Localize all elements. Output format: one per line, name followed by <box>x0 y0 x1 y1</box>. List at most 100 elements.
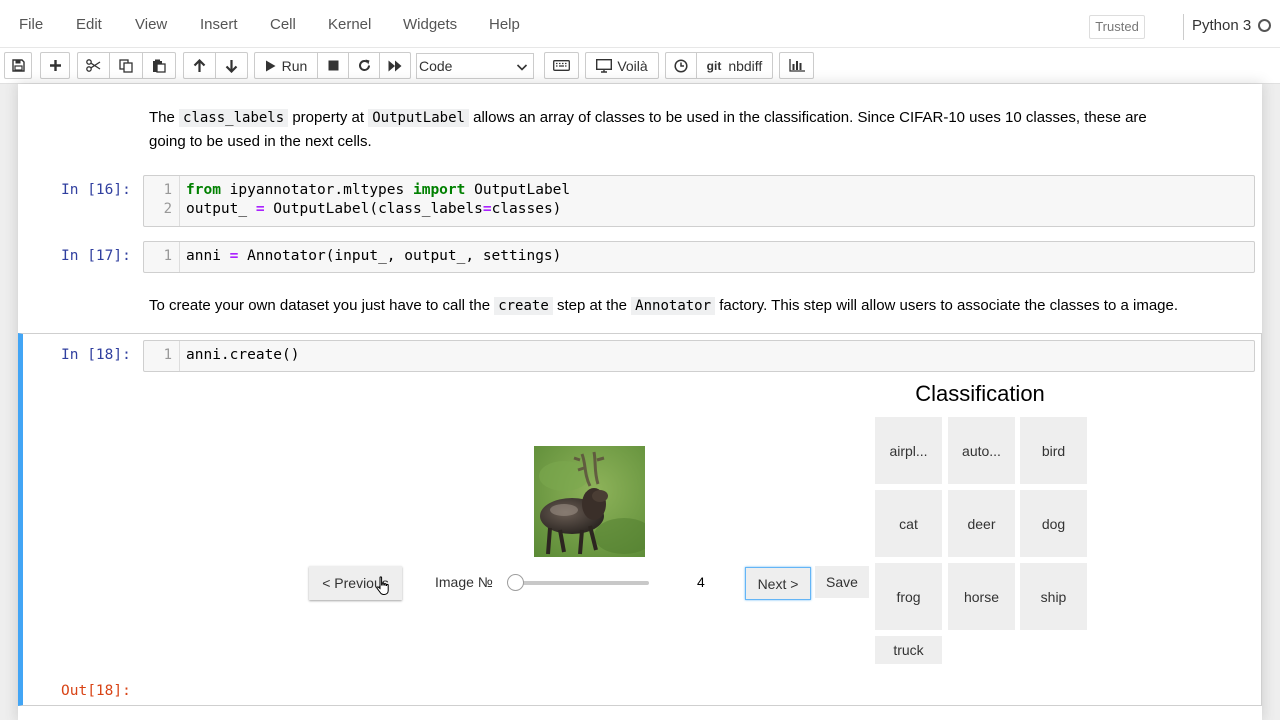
menu-help[interactable]: Help <box>489 16 520 33</box>
code-line: output_ = OutputLabel(class_labels=class… <box>186 201 562 217</box>
inline-code: Annotator <box>631 297 716 315</box>
arrow-up-icon <box>193 58 206 72</box>
history-button[interactable] <box>665 52 697 79</box>
restart-run-all-button[interactable] <box>380 52 411 79</box>
class-button-truck[interactable]: truck <box>875 636 942 664</box>
inline-code: create <box>494 297 553 315</box>
voila-button[interactable]: Voilà <box>585 52 659 79</box>
hand-cursor-icon <box>376 576 389 595</box>
kernel-name[interactable]: Python 3 <box>1192 17 1251 34</box>
inline-code: OutputLabel <box>368 109 469 127</box>
class-button-cat[interactable]: cat <box>875 490 942 557</box>
md-text: property at <box>288 109 369 126</box>
input-prompt: In [18]: <box>61 347 131 363</box>
output-prompt: Out[18]: <box>61 683 131 699</box>
move-up-button[interactable] <box>183 52 216 79</box>
copy-icon <box>119 58 133 73</box>
clock-icon <box>674 58 688 73</box>
fast-forward-icon <box>388 60 402 71</box>
image-index-readout: 4 <box>697 574 705 590</box>
run-button[interactable]: Run <box>254 52 318 79</box>
stop-icon <box>328 60 338 71</box>
trusted-indicator[interactable]: Trusted <box>1089 15 1145 39</box>
next-button[interactable]: Next > <box>745 567 811 600</box>
interrupt-button[interactable] <box>318 52 349 79</box>
chevron-down-icon <box>516 64 528 71</box>
menu-widgets[interactable]: Widgets <box>403 16 457 33</box>
copy-button[interactable] <box>110 52 143 79</box>
monitor-icon <box>596 58 613 73</box>
code-line: anni.create() <box>186 347 300 363</box>
code-editor-cell-17[interactable]: 1 anni = Annotator(input_, output_, sett… <box>143 241 1255 273</box>
restart-button[interactable] <box>349 52 380 79</box>
menu-cell[interactable]: Cell <box>270 16 296 33</box>
nbdiff-button[interactable]: git nbdiff <box>697 52 773 79</box>
move-down-button[interactable] <box>216 52 248 79</box>
image-slider-handle[interactable] <box>507 574 524 591</box>
image-number-label: Image № <box>435 574 493 590</box>
markdown-cell-class-labels[interactable]: The class_labels property at OutputLabel… <box>149 106 1239 153</box>
nbdiff-label: nbdiff <box>728 57 763 74</box>
save-icon <box>11 59 25 72</box>
class-button-automobile[interactable]: auto... <box>948 417 1015 484</box>
insert-cell-button[interactable] <box>40 52 70 79</box>
plus-icon <box>49 60 61 71</box>
menu-kernel[interactable]: Kernel <box>328 16 371 33</box>
code-editor-cell-18[interactable]: 1 anni.create() <box>143 340 1255 372</box>
class-button-airplane[interactable]: airpl... <box>875 417 942 484</box>
paste-icon <box>153 59 166 73</box>
class-button-dog[interactable]: dog <box>1020 490 1087 557</box>
code-editor-cell-16[interactable]: 1 2 from ipyannotator.mltypes import Out… <box>143 175 1255 227</box>
class-button-frog[interactable]: frog <box>875 563 942 630</box>
md-text: factory. This step will allow users to a… <box>715 297 1179 314</box>
refresh-icon <box>358 59 370 71</box>
sample-image <box>534 446 645 557</box>
save-button[interactable]: Save <box>815 566 869 598</box>
menu-edit[interactable]: Edit <box>76 16 102 33</box>
classification-title: Classification <box>915 381 1045 406</box>
run-label: Run <box>281 57 308 74</box>
md-text: allows an array of classes to be used in… <box>468 109 1147 126</box>
editor-gutter <box>179 341 180 371</box>
markdown-cell-create[interactable]: To create your own dataset you just have… <box>149 294 1249 318</box>
class-button-ship[interactable]: ship <box>1020 563 1087 630</box>
input-prompt: In [16]: <box>61 182 131 198</box>
line-number: 1 <box>163 347 172 363</box>
toolbar: Run Code Voilà git nbdiff <box>0 48 1280 84</box>
bar-chart-icon <box>788 59 805 72</box>
image-slider-track[interactable] <box>515 581 649 585</box>
editor-gutter <box>179 242 180 272</box>
kernel-divider <box>1183 14 1184 40</box>
md-text: To create your own dataset you just have… <box>149 297 495 314</box>
menubar: File Edit View Insert Cell Kernel Widget… <box>0 0 1280 48</box>
md-text: The <box>149 109 180 126</box>
cell-type-value: Code <box>419 58 453 74</box>
line-number: 2 <box>163 201 172 217</box>
git-icon: git <box>706 58 722 73</box>
menu-file[interactable]: File <box>19 16 43 33</box>
class-button-bird[interactable]: bird <box>1020 417 1087 484</box>
keyboard-icon <box>553 60 570 71</box>
cut-button[interactable] <box>77 52 110 79</box>
menu-insert[interactable]: Insert <box>200 16 238 33</box>
menu-view[interactable]: View <box>135 16 167 33</box>
paste-button[interactable] <box>143 52 176 79</box>
chart-button[interactable] <box>779 52 814 79</box>
line-number: 1 <box>163 248 172 264</box>
arrow-down-icon <box>225 59 238 73</box>
md-text: step at the <box>552 297 632 314</box>
md-text: going to be used in the next cells. <box>149 133 372 150</box>
cell-type-select[interactable]: Code <box>416 53 534 79</box>
scissors-icon <box>86 59 101 72</box>
class-button-horse[interactable]: horse <box>948 563 1015 630</box>
command-palette-button[interactable] <box>544 52 579 79</box>
code-line: anni = Annotator(input_, output_, settin… <box>186 248 562 264</box>
save-button[interactable] <box>4 52 32 79</box>
deer-image <box>534 446 645 557</box>
play-icon <box>265 60 276 71</box>
kernel-idle-icon <box>1258 19 1271 32</box>
voila-label: Voilà <box>617 57 648 74</box>
inline-code: class_labels <box>179 109 289 127</box>
class-button-deer[interactable]: deer <box>948 490 1015 557</box>
editor-gutter <box>179 176 180 226</box>
